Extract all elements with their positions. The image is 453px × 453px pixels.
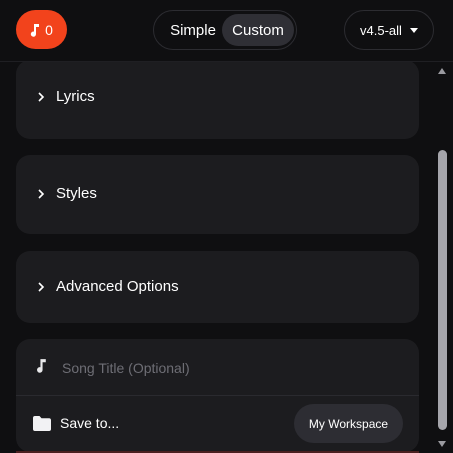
chevron-right-icon: [38, 281, 45, 292]
top-bar: 0 Simple Custom v4.5-all: [0, 0, 453, 62]
caret-down-icon: [409, 27, 418, 33]
credits-count: 0: [45, 21, 53, 38]
advanced-options-label: Advanced Options: [56, 278, 179, 295]
advanced-options-header[interactable]: Advanced Options: [36, 278, 179, 295]
mode-custom-tab[interactable]: Custom: [222, 14, 294, 46]
styles-label: Styles: [56, 185, 97, 202]
song-details-card: Save to... My Workspace: [16, 339, 419, 452]
song-title-input[interactable]: [60, 356, 364, 380]
credits-button[interactable]: 0: [16, 10, 67, 49]
scroll-up-arrow-icon[interactable]: [438, 68, 446, 74]
form-scroll-area: Lyrics Styles Advanced Options Save to..…: [0, 62, 433, 453]
model-version-dropdown[interactable]: v4.5-all: [344, 10, 434, 50]
scroll-down-arrow-icon[interactable]: [438, 441, 446, 447]
folder-icon: [33, 416, 51, 436]
styles-header[interactable]: Styles: [36, 185, 97, 202]
scrollbar[interactable]: [433, 62, 453, 453]
music-note-icon: [36, 358, 47, 378]
model-version-label: v4.5-all: [360, 22, 402, 38]
scrollbar-thumb[interactable]: [438, 150, 447, 430]
music-note-icon: [30, 23, 40, 37]
advanced-options-section[interactable]: Advanced Options: [16, 251, 419, 323]
lyrics-header[interactable]: Lyrics: [36, 88, 95, 105]
save-to-row: Save to... My Workspace: [16, 396, 419, 452]
chevron-right-icon: [38, 91, 45, 102]
mode-simple-tab[interactable]: Simple: [162, 15, 224, 45]
lyrics-section[interactable]: Lyrics: [16, 62, 419, 139]
styles-section[interactable]: Styles: [16, 155, 419, 234]
lyrics-label: Lyrics: [56, 88, 95, 105]
mode-toggle: Simple Custom: [153, 10, 297, 50]
save-to-label: Save to...: [60, 415, 120, 431]
song-title-row: [16, 339, 419, 394]
workspace-select-button[interactable]: My Workspace: [294, 404, 403, 443]
chevron-right-icon: [38, 188, 45, 199]
